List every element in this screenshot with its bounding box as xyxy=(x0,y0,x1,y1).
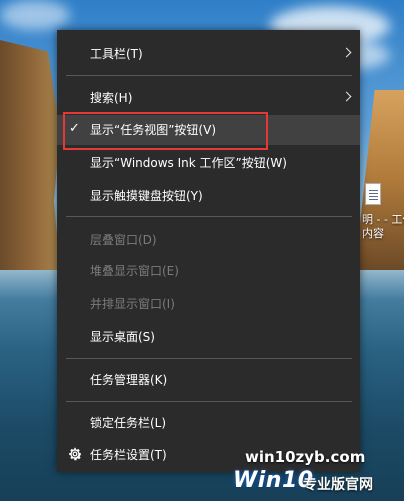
menu-item-label: 层叠窗口(D) xyxy=(90,233,157,247)
menu-item-show-touch-keyboard-button[interactable]: 显示触摸键盘按钮(Y) xyxy=(57,181,360,211)
watermark-logo: Win10 专业版官网 xyxy=(225,468,400,498)
chevron-right-icon xyxy=(341,91,352,102)
menu-item-side-by-side-windows: 并排显示窗口(I) xyxy=(57,289,360,319)
chevron-right-icon xyxy=(341,47,352,58)
menu-item-label: 显示桌面(S) xyxy=(90,330,155,344)
menu-item-stack-windows: 堆叠显示窗口(E) xyxy=(57,256,360,286)
menu-item-toolbars[interactable]: 工具栏(T) xyxy=(57,39,360,69)
menu-separator xyxy=(66,75,352,76)
desktop-file-label: 明 - - 工作 内容 xyxy=(362,213,404,240)
menu-item-lock-taskbar[interactable]: 锁定任务栏(L) xyxy=(57,408,360,438)
menu-item-label: 显示“Windows Ink 工作区”按钮(W) xyxy=(90,156,287,170)
watermark-site: win10zyb.com xyxy=(245,448,366,466)
gear-icon xyxy=(69,447,82,461)
wallpaper-cloud xyxy=(0,0,70,30)
menu-item-label: 任务栏设置(T) xyxy=(90,448,167,462)
menu-item-show-windows-ink-button[interactable]: 显示“Windows Ink 工作区”按钮(W) xyxy=(57,148,360,178)
taskbar-context-menu: 工具栏(T) 搜索(H) ✓ 显示“任务视图”按钮(V) 显示“Windows … xyxy=(57,30,360,472)
menu-item-label: 显示触摸键盘按钮(Y) xyxy=(90,189,203,203)
checkmark-icon: ✓ xyxy=(69,121,80,136)
wallpaper-cliff-left xyxy=(0,40,60,270)
menu-item-show-task-view-button[interactable]: ✓ 显示“任务视图”按钮(V) xyxy=(57,115,360,145)
menu-item-search[interactable]: 搜索(H) xyxy=(57,83,360,113)
logo-text: Win10 xyxy=(233,468,314,493)
menu-item-label: 搜索(H) xyxy=(90,91,133,105)
menu-item-label: 工具栏(T) xyxy=(90,47,143,61)
menu-separator xyxy=(66,216,352,217)
menu-separator xyxy=(66,401,352,402)
logo-subtitle: 专业版官网 xyxy=(303,477,373,493)
document-icon xyxy=(365,183,381,205)
menu-item-label: 并排显示窗口(I) xyxy=(90,297,175,311)
menu-item-label: 锁定任务栏(L) xyxy=(90,416,167,430)
menu-separator xyxy=(66,358,352,359)
menu-item-label: 堆叠显示窗口(E) xyxy=(90,264,179,278)
menu-item-show-desktop[interactable]: 显示桌面(S) xyxy=(57,322,360,352)
menu-item-label: 任务管理器(K) xyxy=(90,373,168,387)
menu-item-task-manager[interactable]: 任务管理器(K) xyxy=(57,365,360,395)
menu-item-label: 显示“任务视图”按钮(V) xyxy=(90,123,217,137)
menu-item-cascade-windows: 层叠窗口(D) xyxy=(57,225,360,255)
desktop-file-icon[interactable]: 明 - - 工作 内容 xyxy=(362,183,404,253)
